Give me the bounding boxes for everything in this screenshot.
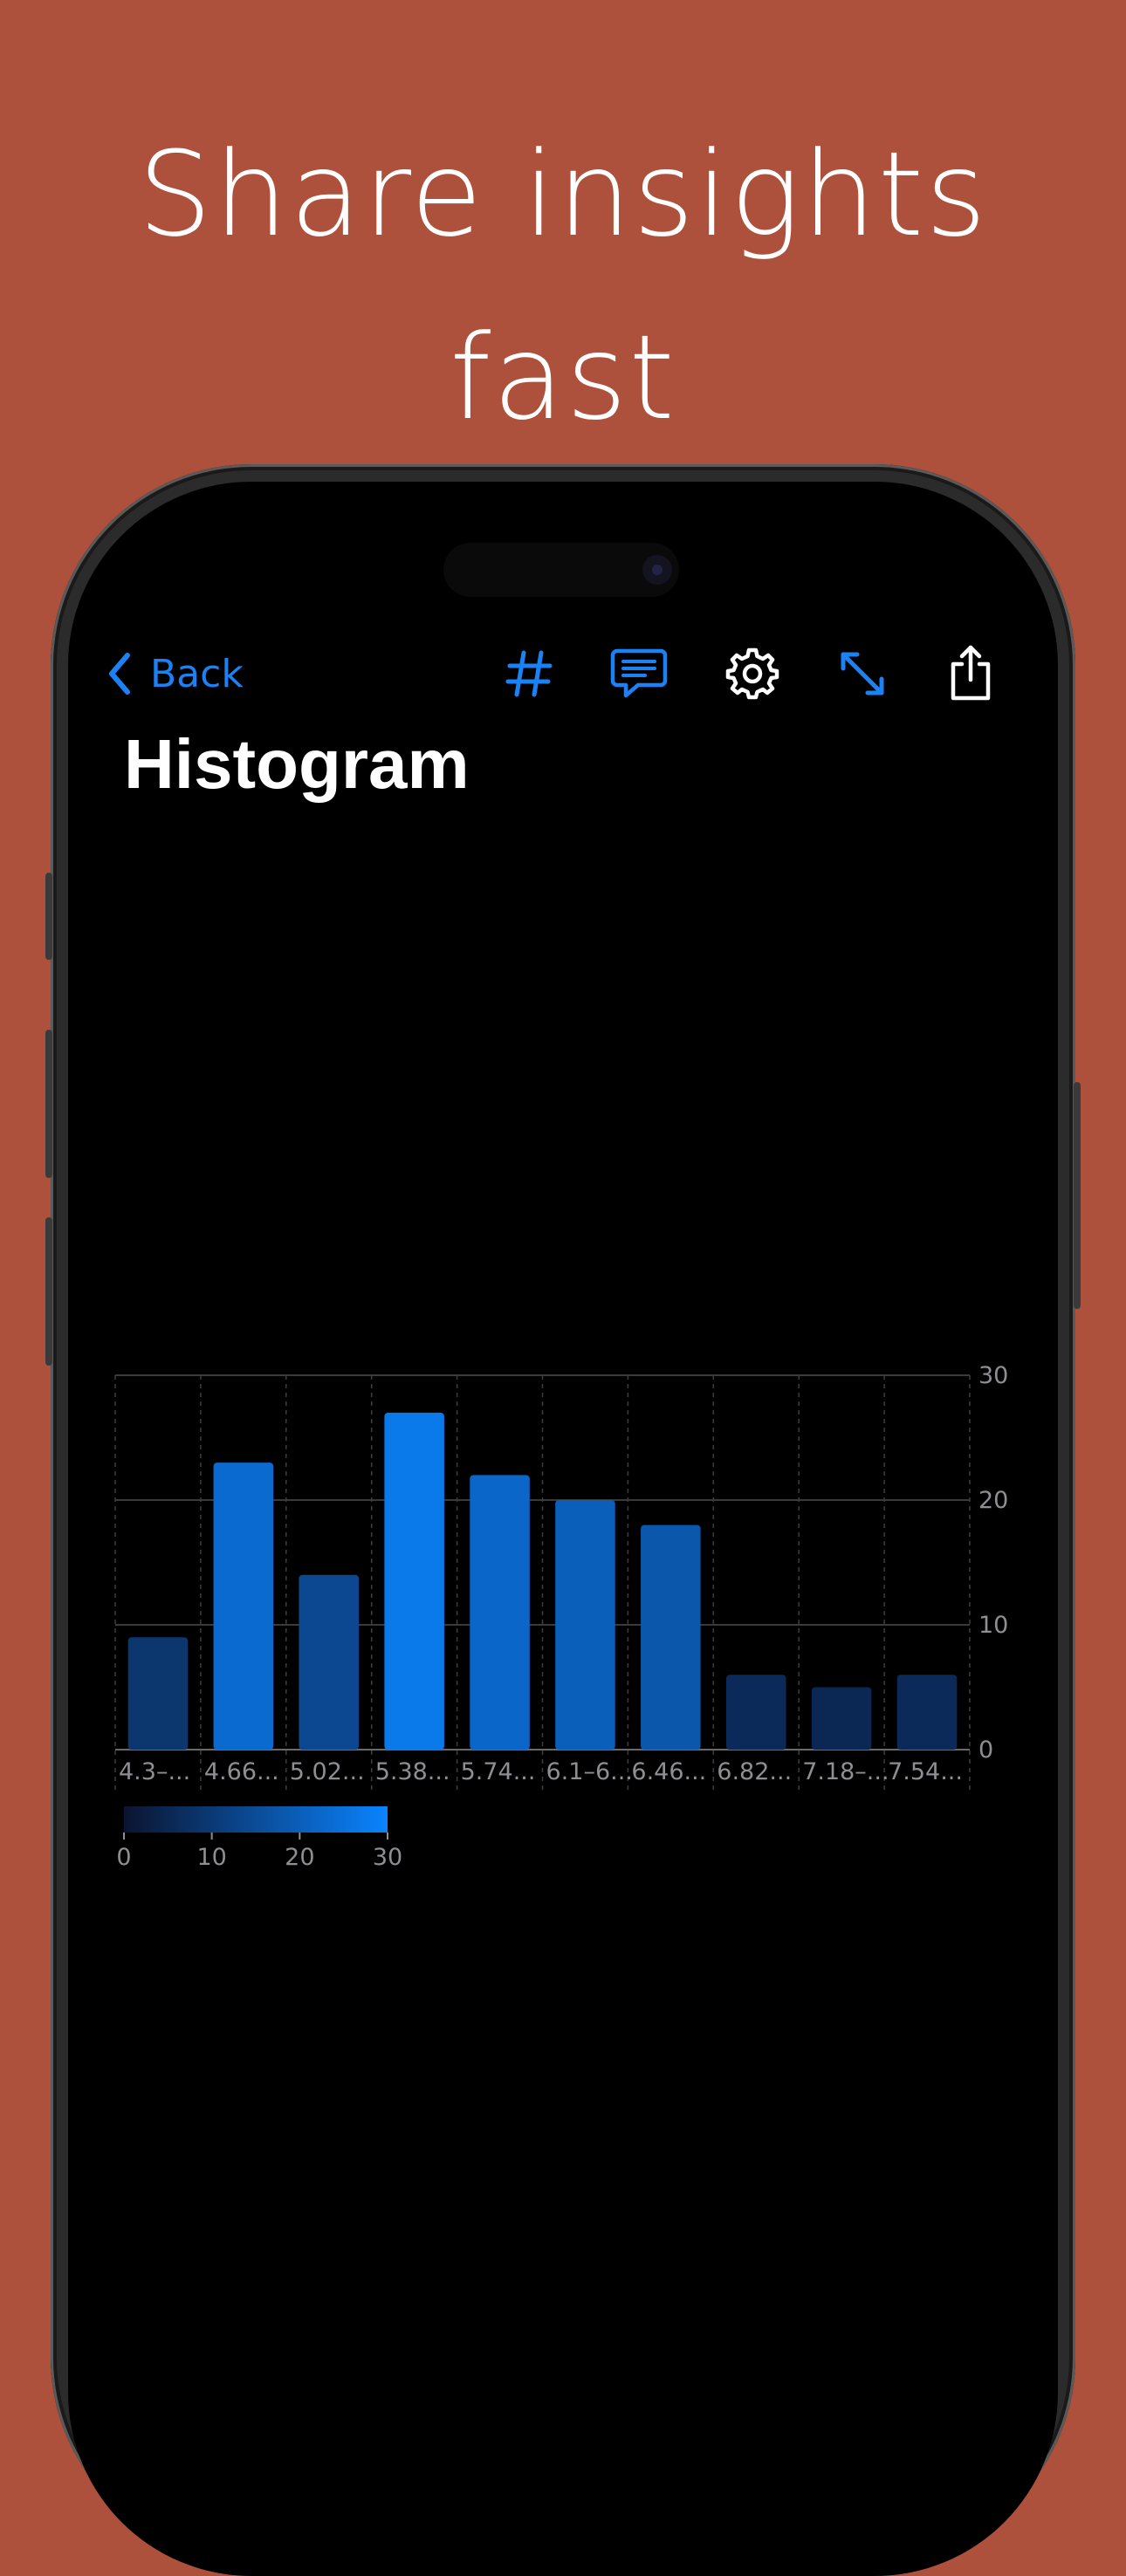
legend-color-scale	[124, 1806, 388, 1833]
headline-line-2: fast	[450, 310, 676, 446]
histogram-bar[interactable]	[470, 1475, 530, 1750]
y-tick-label: 30	[978, 1362, 1008, 1389]
x-tick-label: 4.3–...	[119, 1758, 190, 1785]
histogram-bar[interactable]	[641, 1524, 701, 1750]
histogram-bar[interactable]	[725, 1675, 786, 1750]
x-tick-label: 6.46...	[631, 1758, 706, 1785]
histogram-bar[interactable]	[127, 1637, 189, 1750]
volume-down-button	[45, 1217, 52, 1366]
histogram-bar[interactable]	[384, 1412, 444, 1750]
y-tick-label: 20	[978, 1487, 1008, 1514]
legend-tick-label: 10	[196, 1844, 226, 1871]
x-tick-label: 6.82...	[717, 1758, 792, 1785]
headline-line-1: Share insights	[137, 127, 989, 263]
x-tick-label: 6.1–6...	[546, 1758, 633, 1785]
x-tick-label: 5.38...	[375, 1758, 450, 1785]
x-tick-label: 7.54...	[888, 1758, 963, 1785]
phone-screen: Back Histogram 0 10 20 30 4.3–... 4.66..…	[68, 482, 1058, 2576]
histogram-bar[interactable]	[299, 1574, 360, 1750]
histogram-bar[interactable]	[896, 1675, 958, 1750]
histogram-bar[interactable]	[811, 1687, 872, 1750]
y-tick-label: 0	[978, 1737, 993, 1764]
legend-tick-label: 0	[116, 1844, 131, 1871]
x-tick-label: 5.74...	[461, 1758, 536, 1785]
marketing-headline: Share insights fast	[0, 103, 1126, 469]
histogram-bar[interactable]	[213, 1463, 274, 1750]
legend-tick-label: 30	[373, 1844, 402, 1871]
power-button	[1074, 1082, 1081, 1309]
action-button	[45, 873, 52, 960]
x-tick-label: 7.18–...	[802, 1758, 889, 1785]
histogram-bar[interactable]	[555, 1500, 615, 1750]
x-tick-label: 5.02...	[290, 1758, 365, 1785]
legend-tick-label: 20	[285, 1844, 314, 1871]
y-tick-label: 10	[978, 1612, 1008, 1639]
volume-up-button	[45, 1030, 52, 1178]
x-tick-label: 4.66...	[204, 1758, 279, 1785]
histogram-chart: 0 10 20 30 4.3–... 4.66... 5.02... 5.38... 5.74.…	[114, 1362, 1008, 1871]
